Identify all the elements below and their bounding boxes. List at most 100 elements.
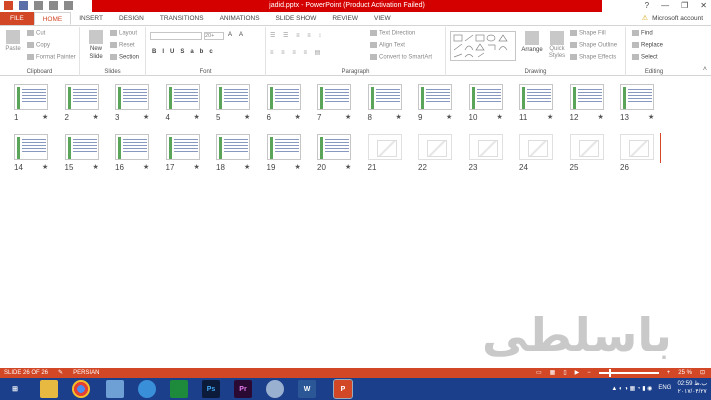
font-family-combo[interactable]	[150, 32, 202, 40]
animation-star-icon[interactable]: ★	[497, 113, 503, 121]
save-icon[interactable]	[19, 1, 28, 10]
account-label[interactable]: Microsoft account	[652, 12, 703, 26]
grow-shrink-font-buttons[interactable]: A A	[228, 32, 246, 38]
slide-thumbnail[interactable]	[317, 84, 351, 110]
slide-thumbnail[interactable]	[165, 84, 200, 110]
tab-view[interactable]: VIEW	[366, 12, 399, 25]
chrome-icon[interactable]	[72, 380, 90, 398]
messenger-icon[interactable]	[266, 380, 284, 398]
zoom-out-icon[interactable]: −	[587, 368, 591, 378]
slide-thumbnail[interactable]	[468, 84, 503, 110]
animation-star-icon[interactable]: ★	[547, 113, 553, 121]
paste-button[interactable]: Paste	[5, 30, 21, 52]
animation-star-icon[interactable]: ★	[93, 163, 99, 171]
shape-outline-button[interactable]: Shape Outline	[570, 42, 617, 49]
animation-star-icon[interactable]: ★	[446, 113, 452, 121]
slide-thumbnail[interactable]	[115, 134, 149, 160]
slide-thumbnail[interactable]	[216, 84, 250, 110]
animation-star-icon[interactable]: ★	[194, 113, 200, 121]
animation-star-icon[interactable]: ★	[648, 113, 654, 121]
normal-view-icon[interactable]: ▭	[536, 368, 542, 378]
tab-transitions[interactable]: TRANSITIONS	[152, 12, 212, 25]
slide-thumbnail[interactable]	[266, 134, 301, 160]
reset-button[interactable]: Reset	[110, 42, 135, 49]
animation-star-icon[interactable]: ★	[194, 163, 200, 171]
slide-thumbnail[interactable]	[216, 134, 250, 160]
slide-thumbnail[interactable]	[468, 134, 503, 160]
tray-icons[interactable]: ▲ ◐ ◑ ▦ ◔ ▮ ◉	[611, 385, 652, 392]
animation-star-icon[interactable]: ★	[345, 113, 351, 121]
align-buttons[interactable]: ≡ ≡ ≡ ≡ ▤	[270, 49, 323, 56]
slide-thumbnail[interactable]	[569, 134, 604, 160]
powerpoint-taskbar-icon[interactable]: P	[333, 379, 353, 399]
slide-thumbnail[interactable]	[14, 84, 48, 110]
fit-window-icon[interactable]: ⊡	[700, 368, 705, 378]
zoom-slider[interactable]	[598, 369, 659, 377]
select-button[interactable]: Select	[632, 54, 658, 61]
slide-thumbnail[interactable]	[519, 84, 553, 110]
tab-file[interactable]: FILE	[0, 12, 34, 25]
word-icon[interactable]: W	[298, 380, 316, 398]
animation-star-icon[interactable]: ★	[42, 163, 48, 171]
start-from-beginning-icon[interactable]	[64, 1, 73, 10]
format-painter-button[interactable]: Format Painter	[27, 54, 76, 61]
zoom-level[interactable]: 25 %	[678, 368, 692, 378]
animation-star-icon[interactable]: ★	[295, 163, 301, 171]
slide-thumbnail[interactable]	[620, 134, 654, 160]
shape-fill-button[interactable]: Shape Fill	[570, 30, 606, 37]
slide-thumbnail[interactable]	[165, 134, 200, 160]
clock[interactable]: 02:59 ب.ظ ۲۰۱۷/۰۴/۲۷	[677, 380, 707, 396]
animation-star-icon[interactable]: ★	[598, 113, 604, 121]
animation-star-icon[interactable]: ★	[93, 113, 99, 121]
restore-button[interactable]: ❐	[681, 1, 688, 10]
help-button[interactable]: ?	[645, 1, 649, 10]
animation-star-icon[interactable]: ★	[396, 113, 402, 121]
new-slide-button[interactable]: New Slide	[85, 30, 107, 61]
tab-review[interactable]: REVIEW	[324, 12, 366, 25]
minimize-button[interactable]: —	[661, 1, 669, 10]
slide-thumbnail[interactable]	[367, 134, 402, 160]
tab-home[interactable]: HOME	[33, 12, 72, 25]
slideshow-view-icon[interactable]: ▶	[575, 368, 580, 378]
cut-button[interactable]: Cut	[27, 30, 45, 37]
quick-styles-button[interactable]: Quick Styles	[546, 31, 568, 60]
tab-animations[interactable]: ANIMATIONS	[212, 12, 268, 25]
slide-thumbnail[interactable]	[115, 84, 149, 110]
undo-icon[interactable]	[34, 1, 43, 10]
tab-slide-show[interactable]: SLIDE SHOW	[268, 12, 325, 25]
slide-thumbnail[interactable]	[14, 134, 48, 160]
font-size-combo[interactable]: 20+	[204, 32, 224, 40]
language-indicator[interactable]: PERSIAN	[73, 368, 99, 378]
tab-design[interactable]: DESIGN	[111, 12, 152, 25]
list-buttons[interactable]: ☰ ☰ ≡ ≡ ↕	[270, 32, 324, 39]
zoom-in-icon[interactable]: +	[667, 368, 671, 378]
replace-button[interactable]: Replace	[632, 42, 663, 49]
slide-thumbnail[interactable]	[519, 134, 553, 160]
animation-star-icon[interactable]: ★	[143, 113, 149, 121]
keyboard-language[interactable]: ENG	[658, 385, 671, 391]
slide-thumbnail[interactable]	[266, 84, 301, 110]
close-button[interactable]: ✕	[700, 1, 707, 10]
animation-star-icon[interactable]: ★	[295, 113, 301, 121]
premiere-icon[interactable]: Pr	[234, 380, 252, 398]
animation-star-icon[interactable]: ★	[42, 113, 48, 121]
shapes-gallery[interactable]	[450, 31, 516, 61]
spellcheck-icon[interactable]: ✎	[58, 368, 63, 378]
animation-star-icon[interactable]: ★	[244, 113, 250, 121]
animation-star-icon[interactable]: ★	[345, 163, 351, 171]
slide-sorter-view-icon[interactable]: ▦	[550, 368, 556, 378]
copy-button[interactable]: Copy	[27, 42, 50, 49]
layout-button[interactable]: Layout	[110, 30, 137, 37]
align-text-button[interactable]: Align Text	[370, 42, 405, 49]
slide-thumbnail[interactable]	[569, 84, 604, 110]
slide-thumbnail[interactable]	[367, 84, 402, 110]
slide-thumbnail[interactable]	[64, 134, 99, 160]
computer-icon[interactable]	[106, 380, 124, 398]
slide-thumbnail[interactable]	[317, 134, 351, 160]
section-button[interactable]: Section	[110, 54, 139, 61]
start-button[interactable]: ⊞	[6, 380, 24, 398]
animation-star-icon[interactable]: ★	[244, 163, 250, 171]
calculator-icon[interactable]	[170, 380, 188, 398]
find-button[interactable]: Find	[632, 30, 653, 37]
slide-thumbnail[interactable]	[418, 134, 452, 160]
